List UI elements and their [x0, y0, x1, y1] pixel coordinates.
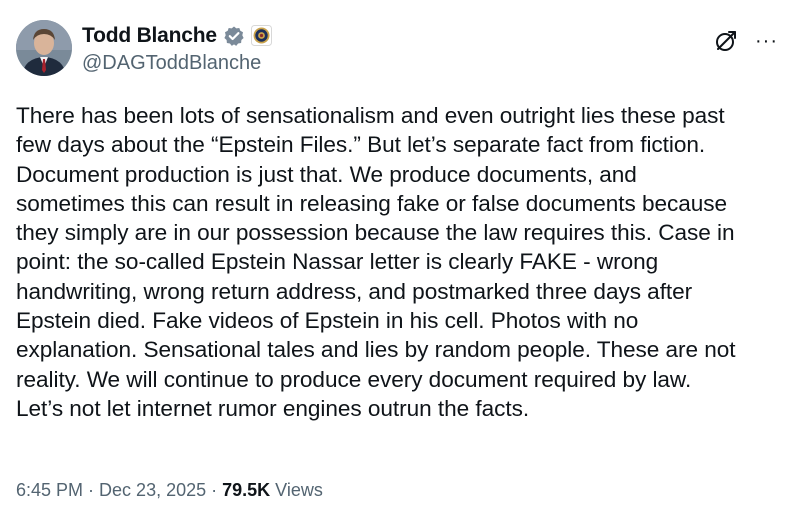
views-count[interactable]: 79.5K	[222, 480, 270, 501]
doj-seal-icon[interactable]	[250, 25, 272, 46]
display-name[interactable]: Todd Blanche	[82, 24, 217, 48]
verified-check-icon[interactable]	[223, 25, 245, 47]
avatar[interactable]	[16, 20, 72, 76]
name-row: Todd Blanche	[82, 22, 272, 50]
tweet-actions: ···	[713, 28, 778, 54]
views-label: Views	[270, 480, 323, 500]
grok-icon[interactable]	[713, 28, 739, 54]
tweet-card: Todd Blanche @DAGToddBlanche ··· There h…	[0, 0, 800, 525]
author-names: Todd Blanche @DAGToddBlanche	[82, 22, 272, 75]
tweet-date[interactable]: Dec 23, 2025	[99, 480, 206, 501]
meta-separator: ·	[83, 480, 100, 500]
author-handle[interactable]: @DAGToddBlanche	[82, 52, 272, 75]
tweet-header: Todd Blanche @DAGToddBlanche	[16, 20, 272, 76]
tweet-text: There has been lots of sensationalism an…	[16, 103, 736, 421]
tweet-time[interactable]: 6:45 PM	[16, 480, 83, 501]
more-options-icon[interactable]: ···	[755, 31, 778, 51]
tweet-meta: 6:45 PM · Dec 23, 2025 · 79.5K Views	[16, 480, 323, 501]
meta-separator-2: ·	[206, 480, 223, 500]
